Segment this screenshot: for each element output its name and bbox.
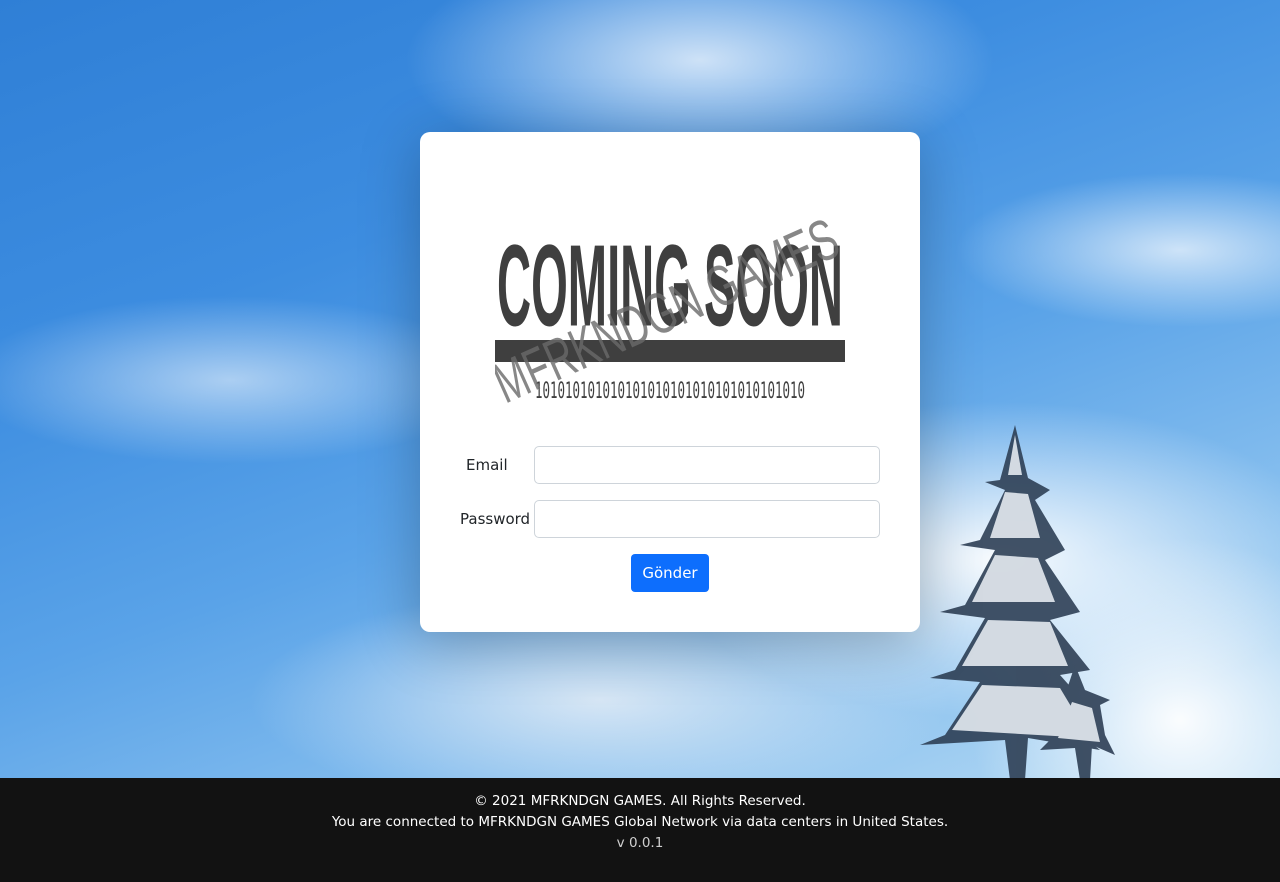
password-label: Password (460, 510, 531, 528)
coming-soon-logo: COMING SOON 1010101010101010101010101010… (495, 206, 845, 412)
email-label: Email (466, 456, 508, 474)
email-field[interactable] (534, 446, 880, 484)
footer-network-notice: You are connected to MFRKNDGN GAMES Glob… (331, 814, 949, 830)
email-row: Email (420, 446, 920, 484)
snowy-pine-trees-image (920, 425, 1115, 780)
login-page: COMING SOON 1010101010101010101010101010… (0, 0, 1280, 882)
password-field[interactable] (534, 500, 880, 538)
footer-copyright: © 2021 MFRKNDGN GAMES. All Rights Reserv… (474, 793, 806, 809)
password-row: Password (420, 500, 920, 538)
login-card: COMING SOON 1010101010101010101010101010… (420, 132, 920, 632)
footer: © 2021 MFRKNDGN GAMES. All Rights Reserv… (0, 778, 1280, 882)
submit-button[interactable]: Gönder (631, 554, 709, 592)
footer-version: v 0.0.1 (616, 835, 664, 851)
